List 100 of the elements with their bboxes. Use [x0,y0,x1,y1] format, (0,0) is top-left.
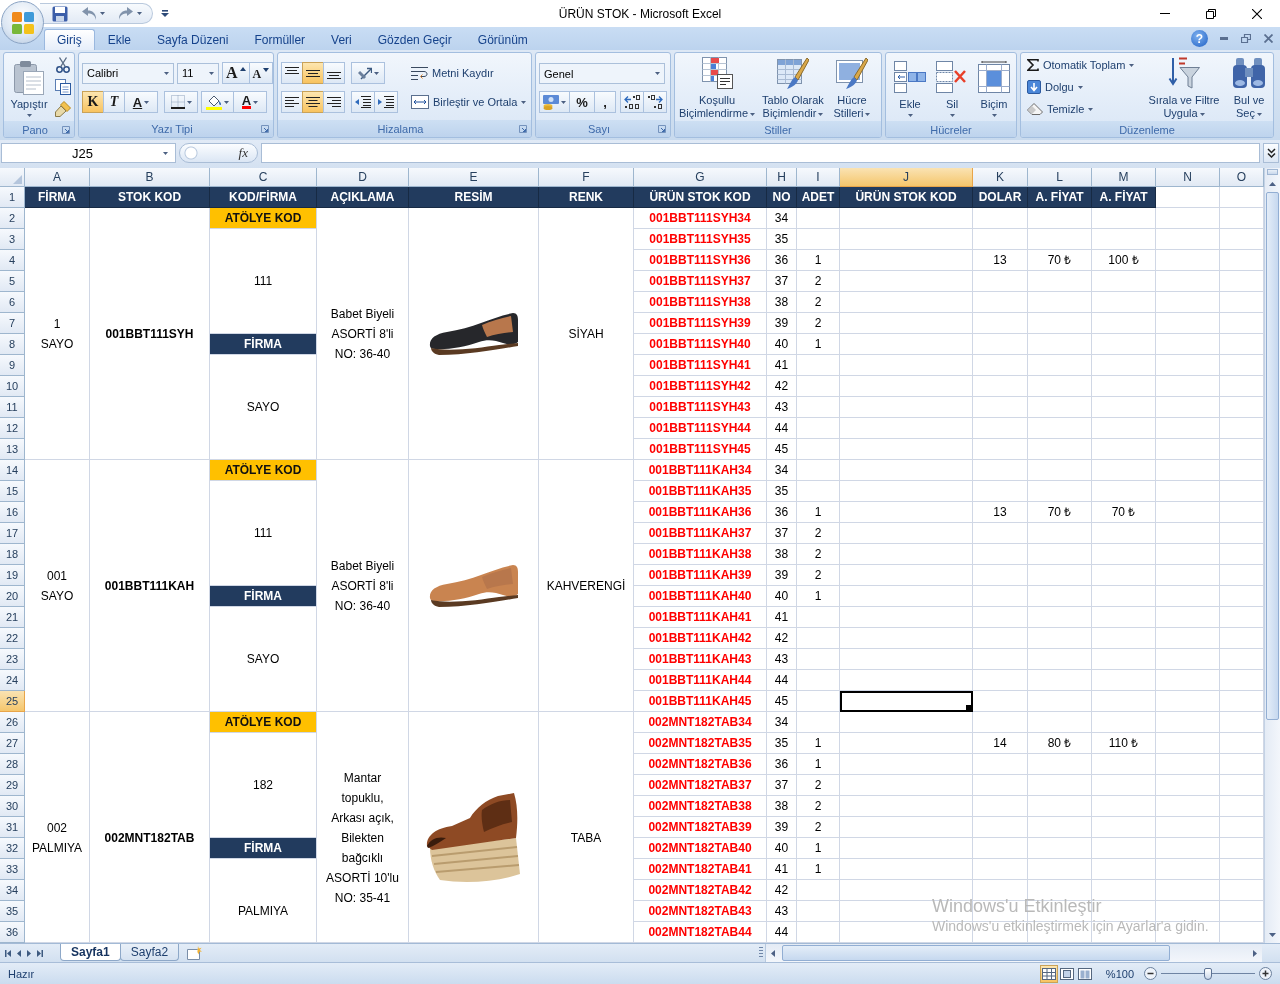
column-header[interactable]: K [973,168,1028,187]
column-header[interactable]: C [210,168,317,187]
scrollbar-thumb[interactable] [1266,192,1279,720]
split-handle[interactable] [1267,169,1278,175]
row-header[interactable]: 8 [0,334,25,355]
column-header[interactable]: J [840,168,973,187]
row-header[interactable]: 28 [0,754,25,775]
brush-icon[interactable] [55,101,71,117]
italic-button[interactable]: T [103,91,125,113]
row-header[interactable]: 2 [0,208,25,229]
row-header[interactable]: 30 [0,796,25,817]
column-header[interactable]: A [25,168,90,187]
row-header[interactable]: 29 [0,775,25,796]
ribbon-tab[interactable]: Görünüm [464,29,541,50]
format-cells-button[interactable]: Biçim [973,53,1015,121]
caret-icon[interactable] [100,12,105,15]
row-header[interactable]: 19 [0,565,25,586]
row-header[interactable]: 7 [0,313,25,334]
row-header[interactable]: 32 [0,838,25,859]
caret-icon[interactable] [161,10,169,17]
delete-cells-button[interactable]: Sil [931,53,973,121]
row-header[interactable]: 17 [0,523,25,544]
align-right-button[interactable] [323,91,345,113]
ribbon-tab[interactable]: Ekle [94,29,144,50]
row-header[interactable]: 5 [0,271,25,292]
row-header[interactable]: 25 [0,691,25,712]
row-header[interactable]: 4 [0,250,25,271]
row-header[interactable]: 3 [0,229,25,250]
dialog-launcher-icon[interactable] [519,124,527,133]
bold-button[interactable]: K [82,91,104,113]
name-box[interactable]: J25 [1,143,176,163]
column-header[interactable]: O [1220,168,1264,187]
save-icon[interactable] [52,5,68,22]
ribbon-tab[interactable]: Gözden Geçir [364,29,465,50]
fill-button[interactable]: Dolgu [1024,76,1140,98]
merge-center-button[interactable]: Birleştir ve Ortala [408,91,530,113]
row-header[interactable]: 22 [0,628,25,649]
dialog-launcher-icon[interactable] [261,124,269,133]
paste-button[interactable]: Yapıştır [7,53,51,121]
caret-icon[interactable] [186,100,192,104]
dialog-launcher-icon[interactable] [62,125,70,134]
row-header[interactable]: 1 [0,187,25,208]
next-sheet-icon[interactable] [27,949,31,957]
caret-icon[interactable] [865,112,871,116]
last-sheet-icon[interactable] [37,949,43,957]
row-header[interactable]: 34 [0,880,25,901]
autosum-button[interactable]: Otomatik Toplam [1024,54,1140,76]
caret-icon[interactable] [224,100,229,104]
sort-filter-button[interactable]: Sırala ve Filtre Uygula [1144,53,1224,121]
caret-icon[interactable] [1257,112,1262,116]
percent-button[interactable]: % [569,91,595,113]
row-header[interactable]: 33 [0,859,25,880]
increase-indent-button[interactable] [374,91,398,113]
row-header[interactable]: 23 [0,649,25,670]
column-header[interactable]: L [1028,168,1092,187]
column-header[interactable]: D [317,168,409,187]
row-header[interactable]: 10 [0,376,25,397]
left-arrow-icon[interactable] [771,949,775,957]
column-header[interactable]: M [1092,168,1156,187]
cell-styles-button[interactable]: Hücre Stilleri [830,53,874,121]
underline-button[interactable]: A [124,91,158,113]
caret-icon[interactable] [655,72,660,75]
column-header[interactable]: I [797,168,840,187]
sheet-tab[interactable]: Sayfa1 [60,944,121,961]
vertical-scrollbar[interactable] [1264,168,1280,943]
scissors-icon[interactable] [56,57,70,73]
dialog-launcher-icon[interactable] [658,124,666,133]
ribbon-tab[interactable]: Giriş [44,29,95,50]
row-header[interactable]: 6 [0,292,25,313]
formula-input[interactable] [261,143,1260,163]
conditional-format-button[interactable]: Koşullu Biçimlendirme [678,53,756,121]
table-format-button[interactable]: Tablo Olarak Biçimlendir [760,53,826,121]
caret-icon[interactable] [907,113,913,117]
decrease-indent-button[interactable] [351,91,375,113]
row-header[interactable]: 13 [0,439,25,460]
caret-icon[interactable] [818,112,824,116]
align-middle-button[interactable] [302,62,324,84]
caret-icon[interactable] [253,100,259,104]
ribbon-tab[interactable]: Formüller [241,29,319,50]
shrink-font-button[interactable]: A [248,62,273,84]
decrease-decimal-button[interactable] [643,91,667,113]
caret-icon[interactable] [164,71,169,75]
grow-font-button[interactable]: A [222,62,250,84]
caret-icon[interactable] [163,151,168,155]
row-header[interactable]: 35 [0,901,25,922]
align-top-button[interactable] [281,62,303,84]
find-select-button[interactable]: Bul ve Seç [1228,53,1270,121]
align-center-button[interactable] [302,91,324,113]
row-header[interactable]: 15 [0,481,25,502]
column-header[interactable]: E [409,168,539,187]
view-button[interactable] [1039,964,1058,983]
down-arrow-icon[interactable] [1269,933,1276,937]
wrap-text-button[interactable]: Metni Kaydır [408,62,530,84]
row-header[interactable]: 26 [0,712,25,733]
insert-sheet-icon[interactable] [187,946,204,960]
expand-button[interactable] [1263,143,1279,163]
column-header[interactable]: F [539,168,634,187]
column-header[interactable]: N [1156,168,1220,187]
caret-icon[interactable] [991,113,997,117]
row-header[interactable]: 14 [0,460,25,481]
